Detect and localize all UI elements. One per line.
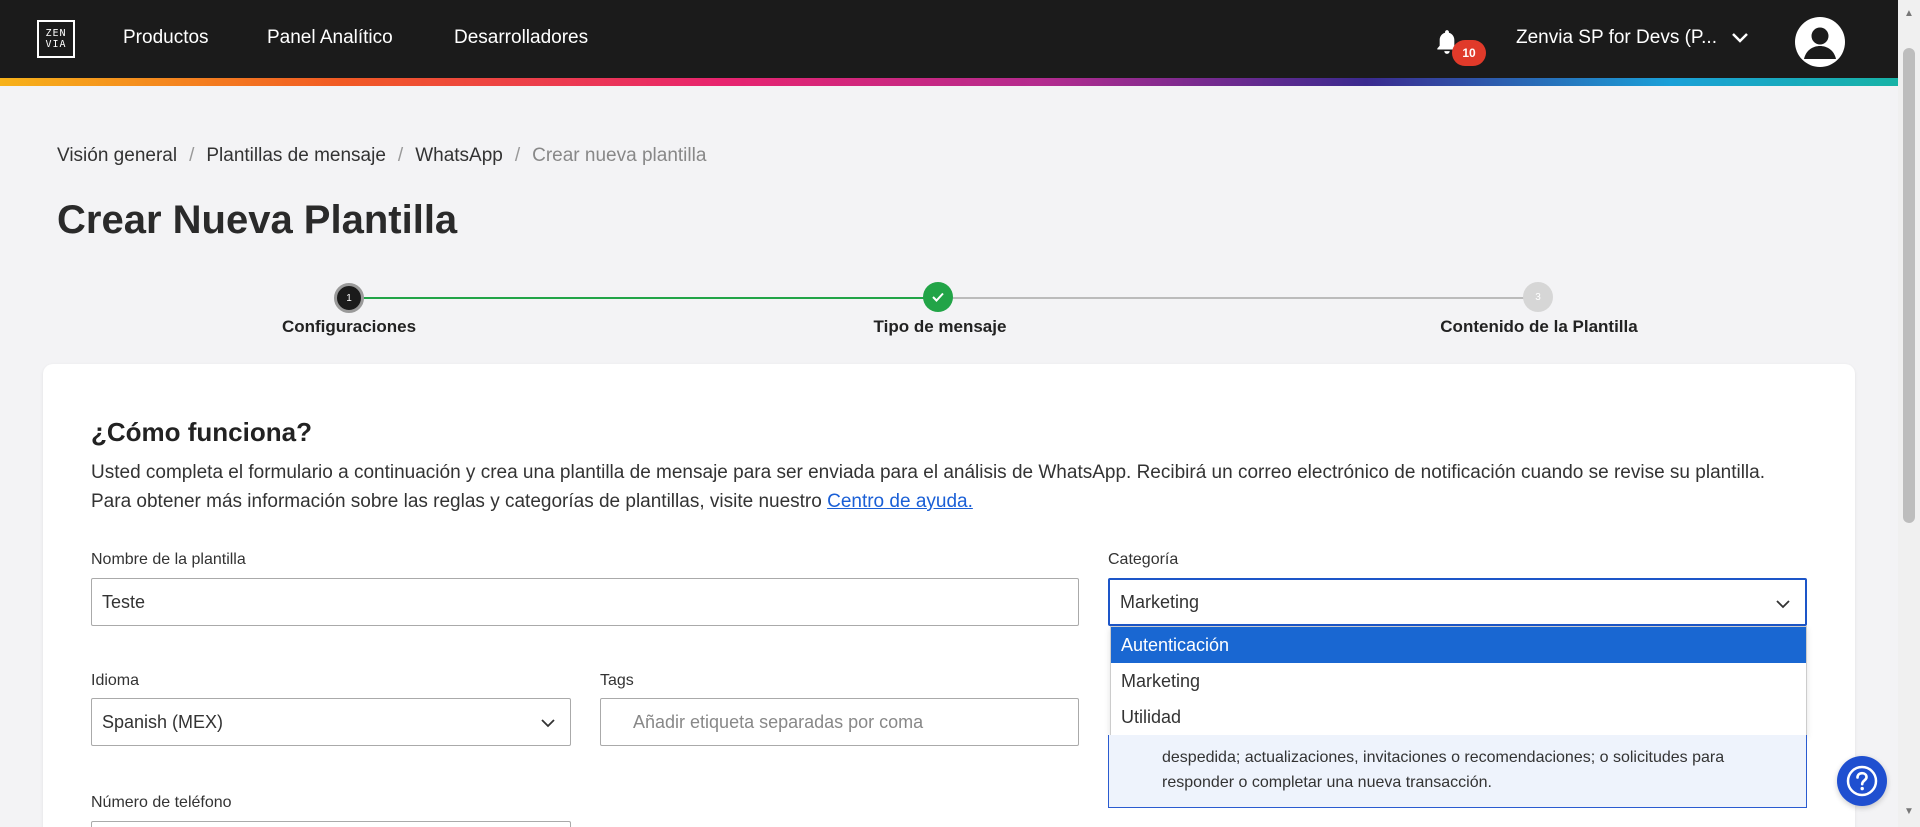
account-name: Zenvia SP for Devs (P... <box>1516 27 1717 48</box>
step-2-indicator[interactable] <box>923 282 953 312</box>
breadcrumb-current: Crear nueva plantilla <box>532 145 707 166</box>
nav-productos[interactable]: Productos <box>123 27 209 49</box>
language-label: Idioma <box>91 672 140 689</box>
phone-select[interactable] <box>91 821 571 827</box>
info-line-2: responder o completar una nueva transacc… <box>1162 774 1492 791</box>
page-scrollbar[interactable]: ▲ ▼ <box>1898 0 1920 827</box>
category-dropdown-list: Autenticación Marketing Utilidad <box>1110 626 1807 736</box>
scroll-down-arrow-icon[interactable]: ▼ <box>1904 806 1914 817</box>
breadcrumb-plantillas[interactable]: Plantillas de mensaje <box>206 145 386 167</box>
how-it-works-text: Usted completa el formulario a continuac… <box>91 458 1831 516</box>
brand-gradient-strip <box>0 78 1898 86</box>
category-select[interactable]: Marketing <box>1108 578 1807 626</box>
breadcrumb-separator: / <box>189 145 195 166</box>
language-select[interactable]: Spanish (MEX) <box>91 698 571 746</box>
help-button[interactable] <box>1837 756 1887 806</box>
top-navigation-bar: ZEN VIA Productos Panel Analítico Desarr… <box>0 0 1898 78</box>
chevron-down-icon <box>1732 33 1748 43</box>
how-it-works-line-1: Usted completa el formulario a continuac… <box>91 462 1765 483</box>
step-3-indicator[interactable]: 3 <box>1523 282 1553 312</box>
phone-label: Número de teléfono <box>91 794 232 811</box>
notification-badge: 10 <box>1452 40 1486 66</box>
help-center-link[interactable]: Centro de ayuda. <box>827 491 973 512</box>
info-line-1: despedida; actualizaciones, invitaciones… <box>1162 749 1725 766</box>
template-name-input[interactable]: Teste <box>91 578 1079 626</box>
user-avatar[interactable] <box>1795 17 1845 67</box>
check-icon <box>932 292 944 302</box>
category-info-box: despedida; actualizaciones, invitaciones… <box>1108 735 1807 808</box>
chevron-down-icon <box>1776 600 1790 609</box>
step-connector-done <box>349 297 938 299</box>
breadcrumb-vision-general[interactable]: Visión general <box>57 145 177 167</box>
account-selector[interactable]: Zenvia SP for Devs (P... <box>1516 27 1749 49</box>
zenvia-logo[interactable]: ZEN VIA <box>37 20 75 58</box>
scroll-up-arrow-icon[interactable]: ▲ <box>1904 8 1914 19</box>
question-icon <box>1846 765 1878 797</box>
step-1-label: Configuraciones <box>281 317 417 336</box>
tags-placeholder: Añadir etiqueta separadas por coma <box>633 711 924 732</box>
page-title: Crear Nueva Plantilla <box>57 198 458 242</box>
scroll-thumb[interactable] <box>1903 48 1915 523</box>
how-it-works-line-2-text: Para obtener más información sobre las r… <box>91 491 828 512</box>
breadcrumb: Visión general / Plantillas de mensaje /… <box>57 145 706 167</box>
breadcrumb-separator: / <box>397 145 404 166</box>
step-2-label: Tipo de mensaje <box>873 317 1007 336</box>
category-value: Marketing <box>1120 591 1200 612</box>
category-option-utilidad[interactable]: Utilidad <box>1111 699 1806 735</box>
chevron-down-icon <box>541 719 555 728</box>
category-option-autenticacion[interactable]: Autenticación <box>1111 627 1806 663</box>
step-3-number: 3 <box>1535 291 1541 303</box>
nav-desarrolladores[interactable]: Desarrolladores <box>454 27 588 49</box>
language-value: Spanish (MEX) <box>102 711 224 732</box>
how-it-works-title: ¿Cómo funciona? <box>91 417 312 447</box>
step-connector-pending <box>938 297 1538 299</box>
category-label: Categoría <box>1108 551 1179 568</box>
template-name-label: Nombre de la plantilla <box>91 551 246 568</box>
how-it-works-line-2: Para obtener más información sobre las r… <box>91 487 1831 516</box>
breadcrumb-separator: / <box>514 145 521 166</box>
tags-input[interactable]: Añadir etiqueta separadas por coma <box>600 698 1079 746</box>
step-1-indicator[interactable]: 1 <box>334 283 364 313</box>
template-name-value: Teste <box>102 591 146 612</box>
breadcrumb-whatsapp[interactable]: WhatsApp <box>415 145 503 167</box>
nav-panel-analitico[interactable]: Panel Analítico <box>267 27 393 49</box>
user-icon <box>1804 27 1836 59</box>
tags-label: Tags <box>600 672 634 689</box>
category-option-marketing[interactable]: Marketing <box>1111 663 1806 699</box>
step-1-number: 1 <box>346 292 352 304</box>
logo-text: ZEN VIA <box>45 28 67 50</box>
step-3-label: Contenido de la Plantilla <box>1440 317 1638 336</box>
